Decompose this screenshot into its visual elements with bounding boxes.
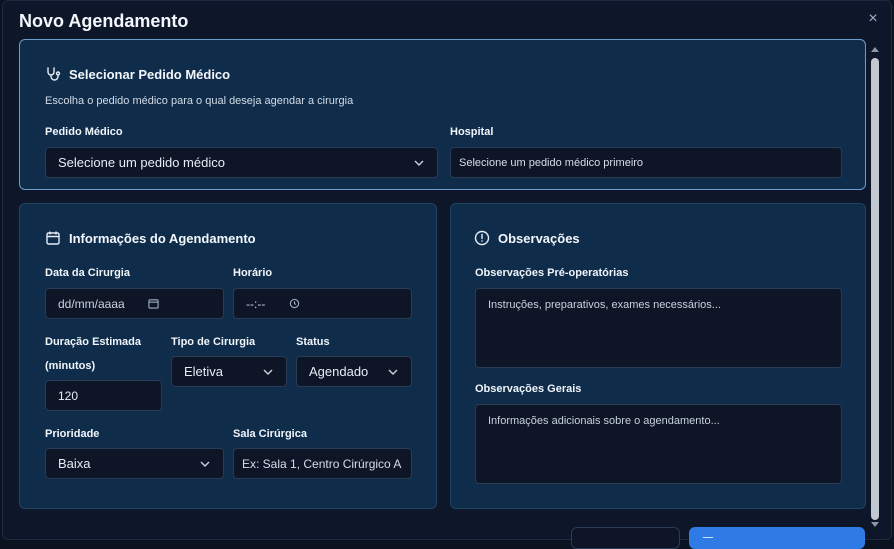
chevron-down-icon (263, 369, 273, 375)
chevron-down-icon (200, 461, 210, 467)
general-notes-textarea[interactable]: Informações adicionais sobre o agendamen… (475, 404, 842, 484)
medical-order-select[interactable]: Selecione um pedido médico (45, 147, 438, 178)
duration-input[interactable]: 120 (45, 380, 162, 411)
surgery-date-label: Data da Cirurgia (45, 267, 130, 279)
submit-button-icon (703, 537, 713, 541)
preop-notes-label: Observações Pré-operatórias (475, 267, 629, 279)
operating-room-placeholder: Ex: Sala 1, Centro Cirúrgico A (242, 456, 402, 471)
duration-value: 120 (58, 388, 79, 403)
vertical-scrollbar[interactable] (870, 41, 880, 531)
surgery-date-input[interactable]: dd/mm/aaaa (45, 288, 224, 319)
scrollbar-thumb[interactable] (871, 58, 879, 520)
time-input[interactable]: --:-- (233, 288, 412, 319)
close-icon[interactable]: × (865, 11, 881, 27)
card-title: Informações do Agendamento (45, 230, 256, 246)
observations-title: Observações (498, 230, 580, 246)
status-select[interactable]: Agendado (296, 356, 412, 387)
hospital-field: Selecione um pedido médico primeiro (450, 147, 842, 178)
alert-circle-icon (474, 230, 490, 246)
clock-icon[interactable] (289, 298, 300, 309)
submit-button[interactable] (689, 527, 865, 549)
card-title: Observações (474, 230, 580, 246)
hospital-label: Hospital (450, 126, 494, 138)
surgery-type-label: Tipo de Cirurgia (171, 336, 256, 348)
scroll-down-arrow[interactable] (871, 522, 879, 527)
medical-order-label: Pedido Médico (45, 126, 123, 138)
surgery-type-value: Eletiva (184, 364, 224, 379)
observations-card: Observações Observações Pré-operatórias … (450, 203, 866, 509)
priority-value: Baixa (58, 456, 91, 471)
preop-notes-placeholder: Instruções, preparativos, exames necessá… (488, 299, 721, 311)
medical-order-value: Selecione um pedido médico (58, 155, 225, 170)
select-medical-order-card: Selecionar Pedido Médico Escolha o pedid… (19, 39, 866, 190)
chevron-down-icon (388, 369, 398, 375)
operating-room-input[interactable]: Ex: Sala 1, Centro Cirúrgico A (233, 448, 412, 479)
time-label: Horário (233, 267, 273, 279)
cancel-button[interactable] (571, 527, 680, 549)
select-order-title: Selecionar Pedido Médico (69, 66, 231, 82)
duration-label-line1: Duração Estimada (45, 336, 141, 348)
new-appointment-modal: Novo Agendamento × Selecionar Pedido Méd… (2, 0, 892, 540)
calendar-picker-icon[interactable] (148, 298, 159, 309)
hospital-value: Selecione um pedido médico primeiro (459, 156, 644, 169)
priority-select[interactable]: Baixa (45, 448, 224, 479)
operating-room-label: Sala Cirúrgica (233, 428, 307, 440)
select-order-description: Escolha o pedido médico para o qual dese… (45, 95, 354, 107)
time-value: --:-- (246, 296, 266, 311)
surgery-date-value: dd/mm/aaaa (58, 296, 125, 311)
scroll-up-arrow[interactable] (871, 47, 879, 52)
status-label: Status (296, 336, 330, 348)
duration-label-line2: (minutos) (45, 360, 96, 372)
priority-label: Prioridade (45, 428, 100, 440)
preop-notes-textarea[interactable]: Instruções, preparativos, exames necessá… (475, 288, 842, 368)
appointment-info-card: Informações do Agendamento Data da Cirur… (19, 203, 437, 509)
card-title: Selecionar Pedido Médico (45, 66, 230, 82)
general-notes-label: Observações Gerais (475, 383, 582, 395)
status-value: Agendado (309, 364, 369, 379)
stethoscope-icon (47, 67, 61, 81)
surgery-type-select[interactable]: Eletiva (171, 356, 287, 387)
chevron-down-icon (414, 160, 424, 166)
calendar-icon (46, 231, 60, 245)
modal-title: Novo Agendamento (19, 11, 189, 31)
modal-body[interactable]: Selecionar Pedido Médico Escolha o pedid… (3, 37, 879, 539)
appointment-info-title: Informações do Agendamento (69, 230, 256, 246)
general-notes-placeholder: Informações adicionais sobre o agendamen… (488, 415, 720, 427)
